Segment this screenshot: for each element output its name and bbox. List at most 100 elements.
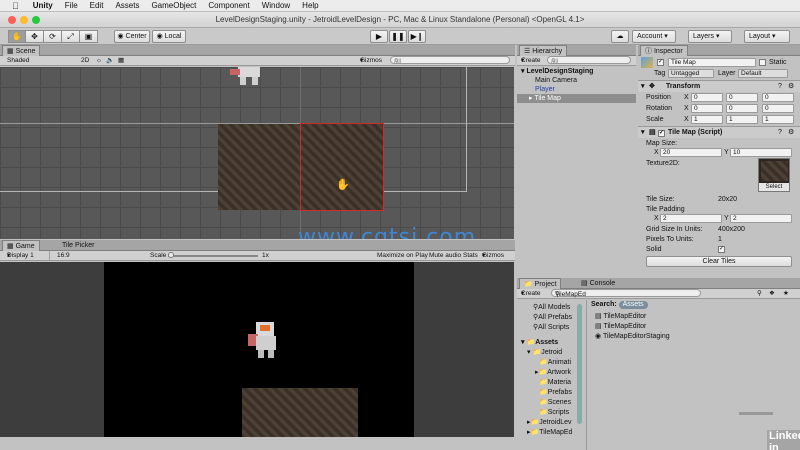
scale-y-field[interactable]: 1 xyxy=(726,115,758,124)
scene-search-input[interactable]: ⚲ All xyxy=(390,56,510,65)
tab-console[interactable]: ▤ Console xyxy=(577,278,619,289)
move-tool-icon[interactable]: ✥ xyxy=(26,30,44,43)
zoom-window-button[interactable] xyxy=(32,16,40,24)
help-icon[interactable]: ? xyxy=(778,127,782,138)
solid-checkbox[interactable]: ✓ xyxy=(718,246,725,253)
result-item[interactable]: ◉ TileMapEditorStaging xyxy=(589,332,799,341)
tab-project[interactable]: 📁 Project xyxy=(519,278,562,289)
result-item[interactable]: ▤ TileMapEditor xyxy=(589,312,799,321)
app-menu[interactable]: Unity xyxy=(27,1,59,10)
tag-dropdown[interactable]: Untagged xyxy=(668,69,714,78)
position-x-field[interactable]: 0 xyxy=(691,93,723,102)
texture-object-field[interactable]: Select xyxy=(758,158,790,192)
layers-dropdown[interactable]: Layers ▾ xyxy=(688,30,732,43)
position-y-field[interactable]: 0 xyxy=(726,93,758,102)
tree-item-assets[interactable]: ▾ 📁Assets xyxy=(517,338,586,347)
tree-item[interactable]: 📁Scripts xyxy=(517,408,586,417)
object-name-field[interactable]: Tile Map xyxy=(668,58,756,67)
hand-tool-icon[interactable]: ✋ xyxy=(8,30,26,43)
scale-tool-icon[interactable]: ⤢ xyxy=(62,30,80,43)
texture-select-button[interactable]: Select xyxy=(759,183,789,191)
help-icon[interactable]: ? xyxy=(778,81,782,92)
menu-gameobject[interactable]: GameObject xyxy=(145,1,202,10)
menu-window[interactable]: Window xyxy=(256,1,296,10)
filter-by-label-icon[interactable]: ❖ xyxy=(769,289,775,298)
display-dropdown[interactable]: Display 1 ▾ xyxy=(4,251,50,260)
hierarchy-item-tile-map[interactable]: ▸ Tile Map xyxy=(517,94,636,103)
tab-tile-picker[interactable]: Tile Picker xyxy=(58,240,98,251)
settings-gear-icon[interactable]: ⚙ xyxy=(788,81,794,92)
scene-root-item[interactable]: ▾ LevelDesignStaging xyxy=(517,67,636,76)
padding-y-field[interactable]: 2 xyxy=(730,214,792,223)
tree-item[interactable]: 📁Scenes xyxy=(517,398,586,407)
tab-hierarchy[interactable]: ☰ Hierarchy xyxy=(519,45,568,56)
scale-slider[interactable] xyxy=(168,255,258,257)
hierarchy-search-input[interactable]: ⚲ All xyxy=(547,56,631,65)
tilemap-script-header[interactable]: ▾ ▤ ✓ Tile Map (Script) ? ⚙ xyxy=(638,126,800,138)
position-z-field[interactable]: 0 xyxy=(762,93,794,102)
hierarchy-create-dropdown[interactable]: Create ▾ xyxy=(521,56,541,65)
light-toggle-icon[interactable]: ☼ xyxy=(96,56,102,65)
icon-size-slider[interactable] xyxy=(739,412,773,415)
rotate-tool-icon[interactable]: ⟳ xyxy=(44,30,62,43)
menu-assets[interactable]: Assets xyxy=(109,1,145,10)
pivot-toggle[interactable]: ◉ Center xyxy=(114,30,150,43)
minimize-window-button[interactable] xyxy=(20,16,28,24)
active-checkbox[interactable]: ✓ xyxy=(657,59,664,66)
tree-scrollbar[interactable] xyxy=(577,304,582,424)
map-size-x-field[interactable]: 20 xyxy=(660,148,722,157)
project-create-dropdown[interactable]: Create ▾ xyxy=(521,289,541,298)
result-item[interactable]: ▤ TileMapEditor xyxy=(589,322,799,331)
audio-toggle-icon[interactable]: 🔈 xyxy=(106,56,114,65)
menu-edit[interactable]: Edit xyxy=(84,1,110,10)
layout-dropdown[interactable]: Layout ▾ xyxy=(744,30,790,43)
tab-inspector[interactable]: ⓘ Inspector xyxy=(640,45,688,56)
tree-item[interactable]: ▸📁JetroidLev xyxy=(517,418,586,427)
tilemap-enabled-checkbox[interactable]: ✓ xyxy=(658,128,665,139)
rotation-y-field[interactable]: 0 xyxy=(726,104,758,113)
map-size-y-field[interactable]: 10 xyxy=(730,148,792,157)
cloud-icon[interactable]: ☁ xyxy=(611,30,629,43)
project-search-input[interactable]: ⚲ TileMapEd xyxy=(551,289,701,298)
menu-file[interactable]: File xyxy=(59,1,84,10)
clear-tiles-button[interactable]: Clear Tiles xyxy=(646,256,792,267)
layer-dropdown[interactable]: Default xyxy=(738,69,788,78)
game-viewport[interactable] xyxy=(0,262,514,437)
step-button[interactable]: ▶❙ xyxy=(408,30,426,43)
scale-x-field[interactable]: 1 xyxy=(691,115,723,124)
favorite-item[interactable]: ⚲All Scripts xyxy=(517,323,586,332)
play-button[interactable]: ▶ xyxy=(370,30,388,43)
settings-gear-icon[interactable]: ⚙ xyxy=(788,127,794,138)
tree-item[interactable]: ▸📁Artwork xyxy=(517,368,586,377)
account-dropdown[interactable]: Account ▾ xyxy=(632,30,676,43)
tab-scene[interactable]: ▦ Scene xyxy=(2,45,41,56)
rect-tool-icon[interactable]: ▣ xyxy=(80,30,98,43)
scale-slider-handle[interactable] xyxy=(168,252,174,258)
scale-z-field[interactable]: 1 xyxy=(762,115,794,124)
effects-toggle-icon[interactable]: ▦ xyxy=(118,56,124,65)
rotation-x-field[interactable]: 0 xyxy=(691,104,723,113)
hierarchy-item-player[interactable]: Player xyxy=(517,85,636,94)
transform-header[interactable]: ▾ ✥ Transform ? ⚙ xyxy=(638,80,800,92)
game-gizmos-dropdown[interactable]: Gizmos ▾ xyxy=(482,251,504,260)
space-toggle[interactable]: ◉ Local xyxy=(152,30,186,43)
filter-by-type-icon[interactable]: ⚲ xyxy=(757,289,762,298)
scene-viewport[interactable]: ✋ www.cgtsj.com xyxy=(0,67,514,239)
tab-game[interactable]: ▦ Game xyxy=(2,240,40,251)
search-scope-chip[interactable]: Assets xyxy=(618,301,648,309)
favorite-item[interactable]: ⚲All Prefabs xyxy=(517,313,586,322)
tree-item[interactable]: ▸📁TileMapEd xyxy=(517,428,586,437)
menu-component[interactable]: Component xyxy=(202,1,255,10)
static-checkbox[interactable] xyxy=(759,59,766,66)
hierarchy-item-main-camera[interactable]: Main Camera xyxy=(517,76,636,85)
apple-menu-icon[interactable]:  xyxy=(0,1,27,11)
tree-item[interactable]: ▾ 📁Jetroid xyxy=(517,348,586,357)
tree-item[interactable]: 📁Materia xyxy=(517,378,586,387)
tree-item[interactable]: 📁Prefabs xyxy=(517,388,586,397)
favorite-item[interactable]: ⚲All Models xyxy=(517,303,586,312)
pause-button[interactable]: ❚❚ xyxy=(389,30,407,43)
padding-x-field[interactable]: 2 xyxy=(660,214,722,223)
scene-gizmos-dropdown[interactable]: Gizmos ▾ xyxy=(360,56,382,65)
rotation-z-field[interactable]: 0 xyxy=(762,104,794,113)
tree-item[interactable]: 📁Animati xyxy=(517,358,586,367)
